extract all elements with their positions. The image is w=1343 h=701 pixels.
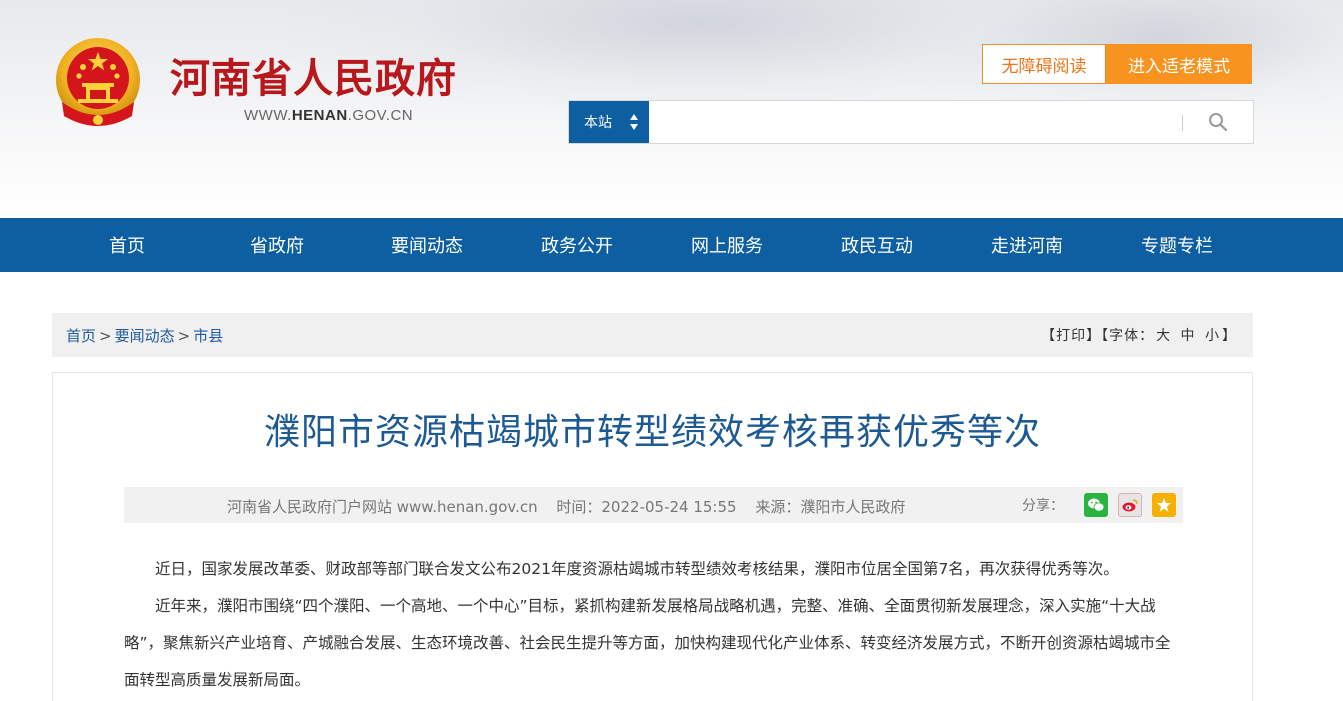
search-scope-label: 本站: [584, 115, 612, 131]
article-meta-bar: 河南省人民政府门户网站 www.henan.gov.cn 时间：2022-05-…: [124, 487, 1183, 523]
article-source-site: 河南省人民政府门户网站 www.henan.gov.cn: [227, 498, 538, 516]
article-title: 濮阳市资源枯竭城市转型绩效考核再获优秀等次: [263, 412, 1041, 453]
nav-item-interaction[interactable]: 政民互动: [802, 218, 952, 272]
header: 河南省人民政府 WWW.HENAN.GOV.CN 无障碍阅读 进入适老模式 本站: [0, 0, 1343, 218]
article-body: 近日，国家发展改革委、财政部等部门联合发文公布2021年度资源枯竭城市转型绩效考…: [124, 551, 1184, 699]
article-paragraph: 近年来，濮阳市围绕“四个濮阳、一个高地、一个中心”目标，紧抓构建新发展格局战略机…: [124, 597, 1171, 689]
breadcrumb-home[interactable]: 首页: [66, 327, 96, 345]
share-bar: 分享：: [1022, 493, 1186, 517]
print-button[interactable]: 【打印】: [1041, 328, 1101, 344]
search-icon: [1209, 113, 1228, 132]
favorite-icon[interactable]: [1152, 493, 1176, 517]
main-nav: 首页 省政府 要闻动态 政务公开 网上服务 政民互动 走进河南 专题专栏: [0, 218, 1343, 272]
font-size-label-end: 】: [1222, 328, 1237, 344]
page: 河南省人民政府 WWW.HENAN.GOV.CN 无障碍阅读 进入适老模式 本站: [0, 0, 1343, 701]
breadcrumb-bar: 首页 > 要闻动态 > 市县 【打印】【字体：大 中 小】: [52, 313, 1253, 357]
search-divider: [1182, 115, 1183, 131]
nav-item-online-services[interactable]: 网上服务: [652, 218, 802, 272]
search-input[interactable]: [649, 101, 1183, 143]
article-time: 时间：2022-05-24 15:55: [556, 498, 737, 516]
font-medium-button[interactable]: 中: [1181, 328, 1196, 344]
font-small-button[interactable]: 小: [1205, 328, 1220, 344]
share-label: 分享：: [1022, 498, 1064, 514]
breadcrumb-separator: >: [99, 326, 112, 345]
wechat-icon[interactable]: [1084, 493, 1108, 517]
breadcrumb-separator: >: [177, 326, 191, 345]
national-emblem-icon: [52, 36, 144, 132]
nav-item-about-henan[interactable]: 走进河南: [952, 218, 1102, 272]
site-title[interactable]: 河南省人民政府: [170, 46, 457, 104]
article-meta: 河南省人民政府门户网站 www.henan.gov.cn 时间：2022-05-…: [227, 496, 919, 517]
weibo-icon[interactable]: [1118, 493, 1142, 517]
article-paragraph: 近日，国家发展改革委、财政部等部门联合发文公布2021年度资源枯竭城市转型绩效考…: [155, 560, 1119, 578]
article-origin: 来源：濮阳市人民政府: [755, 498, 906, 516]
article-tools: 【打印】【字体：大 中 小】: [1041, 325, 1237, 345]
nav-item-provincial-government[interactable]: 省政府: [202, 218, 352, 272]
accessible-reading-button[interactable]: 无障碍阅读: [982, 44, 1106, 84]
site-url: WWW.HENAN.GOV.CN: [244, 107, 413, 124]
font-size-label: 【字体：: [1101, 328, 1155, 344]
site-url-domain: HENAN: [291, 107, 348, 124]
search-button[interactable]: [1183, 101, 1253, 143]
article: 濮阳市资源枯竭城市转型绩效考核再获优秀等次 河南省人民政府门户网站 www.he…: [52, 372, 1253, 701]
site-url-prefix: WWW.: [244, 107, 292, 124]
breadcrumb-news[interactable]: 要闻动态: [115, 327, 175, 345]
nav-item-news[interactable]: 要闻动态: [352, 218, 502, 272]
breadcrumb: 首页 > 要闻动态 > 市县: [66, 325, 223, 346]
nav-item-special-topics[interactable]: 专题专栏: [1102, 218, 1252, 272]
site-url-suffix: .GOV.CN: [347, 107, 414, 124]
nav-item-home[interactable]: 首页: [52, 218, 202, 272]
font-large-button[interactable]: 大: [1156, 328, 1171, 344]
breadcrumb-cities[interactable]: 市县: [193, 327, 223, 345]
nav-item-government-affairs[interactable]: 政务公开: [502, 218, 652, 272]
search-scope-select[interactable]: 本站: [569, 101, 649, 143]
elder-mode-button[interactable]: 进入适老模式: [1106, 44, 1252, 84]
search-box: 本站: [568, 100, 1254, 144]
sort-arrows-icon: [630, 114, 638, 130]
